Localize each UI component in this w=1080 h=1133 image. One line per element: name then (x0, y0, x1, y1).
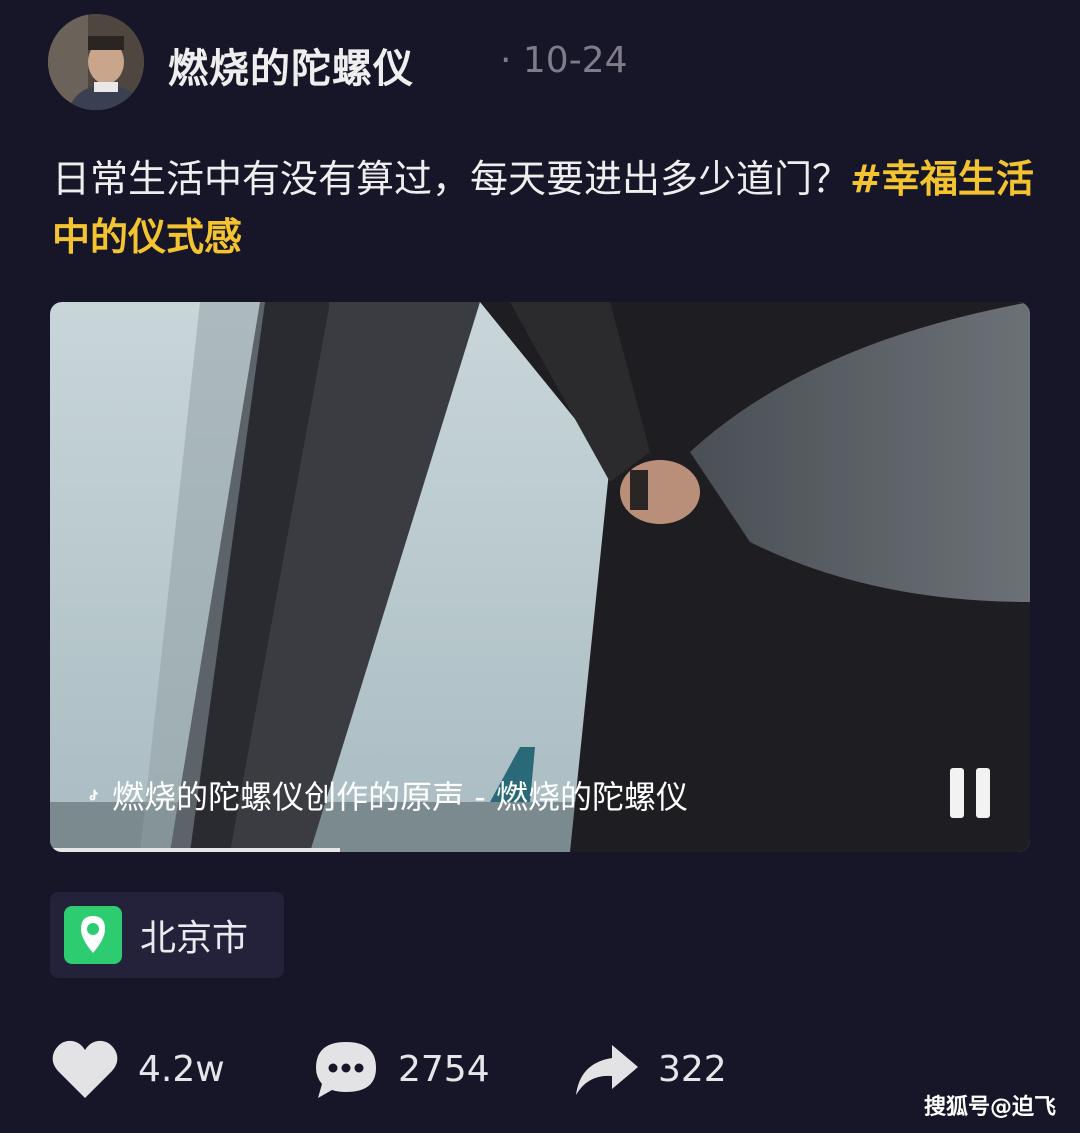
share-action[interactable]: 322 (574, 1034, 727, 1104)
location-tag[interactable]: 北京市 (50, 892, 284, 978)
comment-bubble-icon (316, 1042, 376, 1098)
pause-icon-bar-right (976, 768, 990, 818)
post-header: 燃烧的陀螺仪 · 10-24 (48, 14, 1028, 110)
source-watermark: 搜狐号@迫飞 (923, 1095, 1056, 1120)
share-count: 322 (658, 1048, 727, 1090)
location-name: 北京市 (140, 918, 249, 959)
heart-icon (52, 1040, 118, 1098)
pause-button[interactable] (950, 768, 994, 818)
comment-action[interactable]: 2754 (312, 1034, 490, 1104)
author-avatar[interactable] (48, 14, 144, 110)
post-date: · 10-24 (500, 40, 628, 81)
like-count: 4.2w (138, 1048, 225, 1090)
map-pin-icon (64, 906, 122, 964)
pause-icon-bar-left (950, 768, 964, 818)
like-action[interactable]: 4.2w (50, 1034, 225, 1104)
share-arrow-icon (576, 1045, 638, 1095)
tiktok-note-icon (89, 789, 98, 801)
engagement-bar: 4.2w 2754 322 (50, 1034, 850, 1104)
music-title: 燃烧的陀螺仪创作的原声 - 燃烧的陀螺仪 (112, 778, 688, 816)
post-caption: 日常生活中有没有算过，每天要进出多少道门？#幸福生活中的仪式感 (52, 150, 1042, 266)
music-bar[interactable]: 燃烧的陀螺仪创作的原声 - 燃烧的陀螺仪 (88, 770, 688, 820)
author-name[interactable]: 燃烧的陀螺仪 (168, 36, 414, 94)
comment-count: 2754 (398, 1048, 490, 1090)
caption-text: 日常生活中有没有算过，每天要进出多少道门？ (52, 157, 851, 201)
